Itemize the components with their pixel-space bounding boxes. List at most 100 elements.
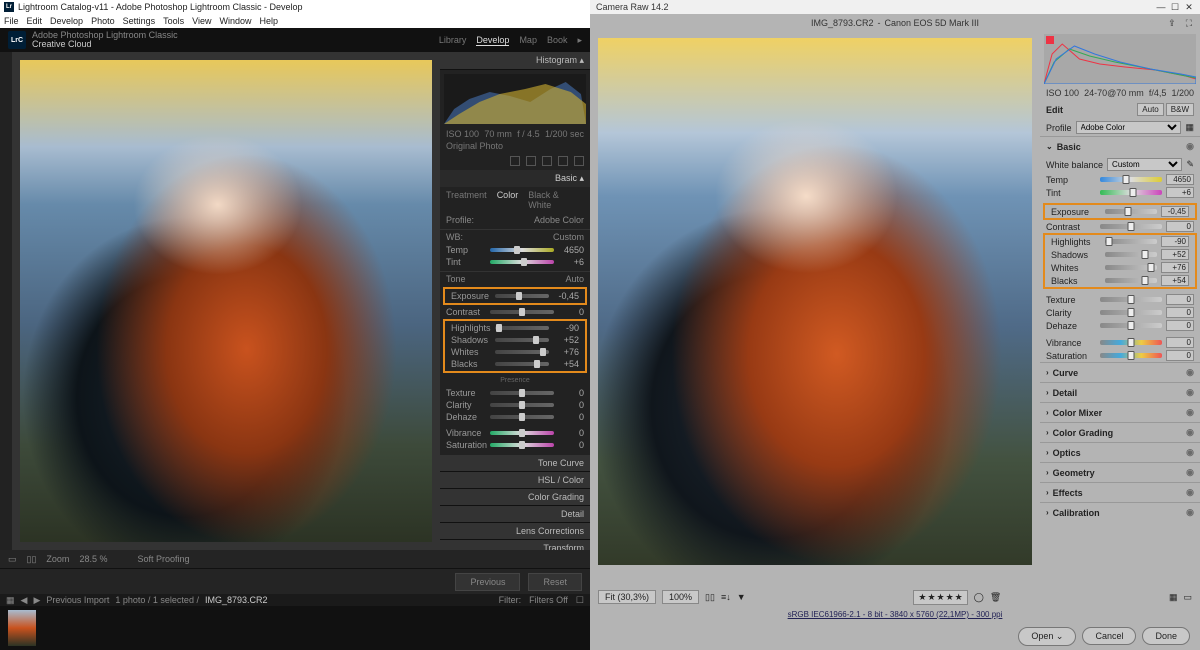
module-more-icon[interactable]: ▸ (577, 35, 582, 46)
mask-icon[interactable] (542, 156, 552, 166)
slider-whites[interactable]: Whites+76 (445, 346, 585, 358)
cr-slider-texture[interactable]: Texture0 (1040, 293, 1200, 306)
slider-highlights[interactable]: Highlights-90 (445, 322, 585, 334)
filter-lock-icon[interactable]: ☐ (576, 595, 584, 606)
slider-clarity[interactable]: Clarity0 (440, 399, 590, 411)
cr-panel-calibration[interactable]: ›Calibration◉ (1040, 502, 1200, 522)
slider-exposure[interactable]: Exposure-0,45 (445, 290, 585, 302)
tone-auto[interactable]: Auto (565, 274, 584, 284)
menu-develop[interactable]: Develop (50, 16, 83, 26)
panel-tonecurve[interactable]: Tone Curve (440, 455, 590, 472)
cr-histogram[interactable] (1044, 34, 1196, 84)
cr-slider-dehaze[interactable]: Dehaze0 (1040, 319, 1200, 332)
cr-panel-effects[interactable]: ›Effects◉ (1040, 482, 1200, 502)
crop-icon[interactable] (510, 156, 520, 166)
zoom-value[interactable]: 28.5 % (79, 554, 107, 564)
reset-button[interactable]: Reset (528, 573, 582, 591)
cr-slider-exposure[interactable]: Exposure-0,45 (1045, 205, 1195, 218)
redeye-icon[interactable] (558, 156, 568, 166)
cr-slider-vibrance[interactable]: Vibrance0 (1040, 336, 1200, 349)
compare-icon[interactable]: ▯▯ (27, 554, 37, 565)
eye-icon[interactable]: ◉ (1186, 141, 1194, 152)
grid-view-icon[interactable]: ▦ (1169, 592, 1178, 603)
filmstrip-thumb[interactable] (8, 610, 36, 646)
lr-canvas[interactable] (12, 52, 440, 550)
healing-icon[interactable] (526, 156, 536, 166)
cr-slider-shadows[interactable]: Shadows+52 (1045, 248, 1195, 261)
cr-workflow-link[interactable]: sRGB IEC61966-2.1 - 8 bit - 3840 x 5760 … (590, 607, 1200, 622)
bw-button[interactable]: B&W (1166, 103, 1194, 116)
slider-vibrance[interactable]: Vibrance0 (440, 427, 590, 439)
menu-file[interactable]: File (4, 16, 19, 26)
open-button[interactable]: Open ⌄ (1018, 627, 1076, 646)
basic-panel-header[interactable]: Basic ▴ (440, 170, 590, 187)
lr-original-toggle[interactable]: Original Photo (440, 140, 590, 152)
nav-back-icon[interactable]: ◀ (21, 595, 28, 606)
slider-temp[interactable]: Temp4650 (440, 244, 590, 256)
soft-proof-toggle[interactable]: Soft Proofing (137, 554, 189, 564)
previous-button[interactable]: Previous (455, 573, 520, 591)
panel-transform[interactable]: Transform (440, 540, 590, 550)
zoom-fit[interactable]: Fit (30,3%) (598, 590, 656, 604)
slider-shadows[interactable]: Shadows+52 (445, 334, 585, 346)
lr-left-panel-collapsed[interactable] (0, 52, 12, 550)
cr-slider-clarity[interactable]: Clarity0 (1040, 306, 1200, 319)
maximize-icon[interactable]: ☐ (1170, 2, 1180, 12)
more-tools-icon[interactable] (574, 156, 584, 166)
filters-off[interactable]: Filters Off (529, 595, 568, 606)
export-icon[interactable]: ⇪ (1168, 18, 1176, 29)
panel-hsl[interactable]: HSL / Color (440, 472, 590, 489)
lr-histogram[interactable] (444, 74, 586, 124)
cr-canvas[interactable] (590, 32, 1040, 587)
menu-settings[interactable]: Settings (123, 16, 156, 26)
cr-panel-optics[interactable]: ›Optics◉ (1040, 442, 1200, 462)
cr-slider-tint[interactable]: Tint+6 (1040, 186, 1200, 199)
clip-warn-shadows-icon[interactable] (1046, 36, 1054, 44)
menu-help[interactable]: Help (260, 16, 279, 26)
profile-select[interactable]: Adobe Color (534, 215, 584, 225)
slider-texture[interactable]: Texture0 (440, 387, 590, 399)
zoom-100[interactable]: 100% (662, 590, 699, 604)
filmstrip-view-icon[interactable]: ▭ (1184, 592, 1193, 603)
rating-stars[interactable]: ★★★★★ (913, 590, 967, 605)
cr-panel-geometry[interactable]: ›Geometry◉ (1040, 462, 1200, 482)
fullscreen-icon[interactable]: ⛶ (1186, 18, 1192, 29)
menu-window[interactable]: Window (220, 16, 252, 26)
filter-icon[interactable]: ▼ (737, 592, 746, 602)
menu-edit[interactable]: Edit (27, 16, 43, 26)
trash-icon[interactable]: 🗑 (990, 592, 1001, 603)
sort-icon[interactable]: ≡↓ (721, 592, 731, 602)
slider-tint[interactable]: Tint+6 (440, 256, 590, 268)
profile-browser-icon[interactable]: ▦ (1185, 122, 1194, 133)
wb-select[interactable]: Custom (553, 232, 584, 242)
slider-contrast[interactable]: Contrast0 (440, 306, 590, 318)
treatment-bw[interactable]: Black & White (528, 190, 584, 210)
panel-colorgrading[interactable]: Color Grading (440, 489, 590, 506)
loupe-icon[interactable]: ▭ (8, 554, 17, 565)
cr-panel-detail[interactable]: ›Detail◉ (1040, 382, 1200, 402)
cr-slider-blacks[interactable]: Blacks+54 (1045, 274, 1195, 287)
nav-fwd-icon[interactable]: ▶ (33, 595, 40, 606)
module-develop[interactable]: Develop (476, 35, 509, 46)
cr-slider-temp[interactable]: Temp4650 (1040, 173, 1200, 186)
slider-blacks[interactable]: Blacks+54 (445, 358, 585, 370)
module-library[interactable]: Library (439, 35, 467, 46)
grid-icon[interactable]: ▦ (6, 595, 15, 606)
eyedropper-icon[interactable]: ✎ (1186, 159, 1194, 170)
panel-lens[interactable]: Lens Corrections (440, 523, 590, 540)
slider-dehaze[interactable]: Dehaze0 (440, 411, 590, 423)
cr-panel-colormixer[interactable]: ›Color Mixer◉ (1040, 402, 1200, 422)
cr-slider-contrast[interactable]: Contrast0 (1040, 220, 1200, 233)
cr-wb-select[interactable]: Custom (1107, 158, 1182, 171)
cr-slider-whites[interactable]: Whites+76 (1045, 261, 1195, 274)
compare-icon[interactable]: ▯▯ (705, 592, 715, 603)
cr-profile-select[interactable]: Adobe Color (1076, 121, 1182, 134)
fs-source[interactable]: Previous Import (46, 595, 109, 605)
treatment-color[interactable]: Color (497, 190, 519, 210)
minimize-icon[interactable]: — (1156, 2, 1166, 12)
color-label-icon[interactable]: ◯ (974, 592, 984, 603)
cr-panel-curve[interactable]: ›Curve◉ (1040, 362, 1200, 382)
panel-detail[interactable]: Detail (440, 506, 590, 523)
cr-basic-header[interactable]: ⌄Basic◉ (1040, 136, 1200, 156)
slider-saturation[interactable]: Saturation0 (440, 439, 590, 451)
